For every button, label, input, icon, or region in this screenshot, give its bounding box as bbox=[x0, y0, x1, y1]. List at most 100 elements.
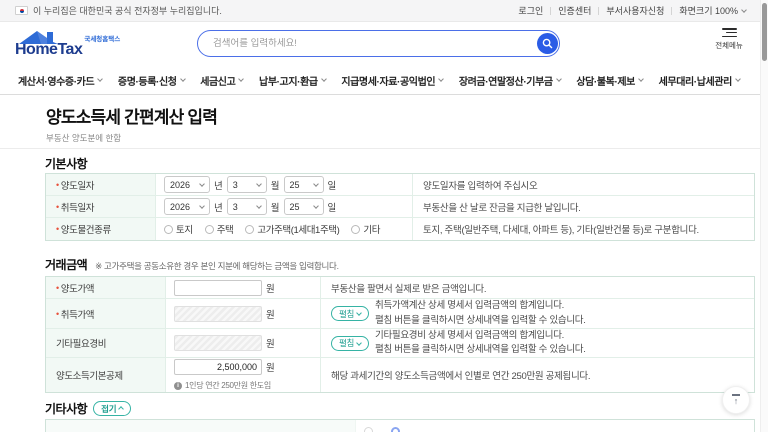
table-row-property-type: •양도물건종류 토지 주택 고가주택(1세대1주택) 기타 토지, 주택(일반주… bbox=[46, 218, 754, 240]
chevron-down-icon bbox=[97, 76, 103, 82]
acquire-day-select[interactable]: 25 bbox=[284, 198, 324, 215]
chevron-down-icon bbox=[256, 181, 262, 187]
row-description: 양도일자를 입력하여 주십시오 bbox=[413, 174, 754, 195]
row-description: 기타필요경비 상세 명세서 입력금액의 합계입니다. 펼침 버튼을 클릭하시면 … bbox=[375, 329, 586, 358]
nav-item-statements[interactable]: 지급명세·자료·공익법인 bbox=[341, 73, 443, 88]
info-icon: i bbox=[174, 382, 182, 390]
radio-icon bbox=[164, 225, 173, 234]
scrollbar-thumb[interactable] bbox=[762, 3, 767, 61]
table-row-acquire-price: •취득가액 원 펼침 취득가액계산 상세 명세서 입력금액의 합계입니다. 펼침… bbox=[46, 299, 754, 329]
chevron-down-icon bbox=[321, 76, 327, 82]
chevron-down-icon bbox=[256, 203, 262, 209]
acquire-month-select[interactable]: 3 bbox=[227, 198, 267, 215]
gov-bar: 이 누리집은 대한민국 공식 전자정부 누리집입니다. 로그인 인증센터 부서사… bbox=[0, 0, 760, 22]
logo-sub-text: 국세청홈택스 bbox=[84, 33, 120, 58]
radio-icon bbox=[351, 225, 360, 234]
radio-etc[interactable]: 기타 bbox=[351, 222, 380, 236]
nav-item-invoice[interactable]: 계산서·영수증·카드 bbox=[18, 73, 102, 88]
page-subtitle: 부동산 양도분에 한함 bbox=[46, 132, 217, 144]
screen-size-control[interactable]: 화면크기 100% bbox=[679, 4, 746, 17]
nav-item-tax-report[interactable]: 세금신고 bbox=[200, 73, 243, 88]
hometax-page: 이 누리집은 대한민국 공식 전자정부 누리집입니다. 로그인 인증센터 부서사… bbox=[0, 0, 768, 432]
row-label: 양도물건종류 bbox=[61, 222, 111, 236]
deduction-hint: 1인당 연간 250만원 한도임 bbox=[185, 380, 271, 391]
korea-flag-icon bbox=[15, 6, 28, 15]
acquire-year-select[interactable]: 2026 bbox=[164, 198, 210, 215]
all-menu-label: 전체메뉴 bbox=[715, 40, 743, 51]
others-table bbox=[45, 419, 755, 432]
screen-size-label: 화면크기 100% bbox=[679, 4, 738, 17]
expand-other-expense-button[interactable]: 펼침 bbox=[331, 336, 369, 351]
hometax-logo[interactable]: HomeTax 국세청홈택스 bbox=[15, 29, 120, 58]
chevron-down-icon bbox=[199, 181, 205, 187]
nav-item-payment[interactable]: 납부·고지·환급 bbox=[259, 73, 326, 88]
required-mark: • bbox=[56, 202, 59, 212]
chevron-down-icon bbox=[356, 340, 362, 346]
required-mark: • bbox=[56, 224, 59, 234]
transfer-price-input[interactable] bbox=[174, 280, 262, 296]
arrow-up-icon: ↑ bbox=[734, 397, 739, 406]
others-section-heading: 기타사항 접기 bbox=[45, 400, 131, 417]
table-row-transfer-date: •양도일자 2026 년 3 월 25 일 양도일자를 입력하여 주십시오 bbox=[46, 174, 754, 196]
main-nav: 계산서·영수증·카드 증명·등록·신청 세금신고 납부·고지·환급 지급명세·자… bbox=[0, 66, 760, 95]
nav-item-consult[interactable]: 상담·불복·제보 bbox=[576, 73, 643, 88]
search-input[interactable] bbox=[198, 38, 508, 49]
divider bbox=[0, 148, 760, 149]
radio-land[interactable]: 토지 bbox=[164, 222, 193, 236]
chevron-up-icon bbox=[118, 406, 124, 412]
gov-notice: 이 누리집은 대한민국 공식 전자정부 누리집입니다. bbox=[33, 4, 222, 17]
table-row-transfer-price: •양도가액 원 부동산을 팔면서 실제로 받은 금액입니다. bbox=[46, 277, 754, 299]
scrollbar bbox=[760, 0, 768, 432]
radio-icon[interactable] bbox=[391, 427, 400, 432]
divider bbox=[598, 7, 599, 15]
scroll-to-top-button[interactable]: ↑ bbox=[722, 386, 750, 414]
row-description: 해당 과세기간의 양도소득금액에서 인별로 연간 250만원 공제됩니다. bbox=[321, 358, 754, 392]
row-label: 양도가액 bbox=[61, 281, 94, 295]
search-button[interactable] bbox=[537, 33, 558, 54]
collapse-others-button[interactable]: 접기 bbox=[93, 401, 131, 416]
amounts-section-heading: 거래금액 ※ 고가주택을 공동소유한 경우 본인 지분에 해당하는 금액을 입력… bbox=[45, 256, 339, 273]
search-icon bbox=[542, 38, 553, 49]
login-link[interactable]: 로그인 bbox=[518, 4, 543, 17]
divider bbox=[671, 7, 672, 15]
basic-info-table: •양도일자 2026 년 3 월 25 일 양도일자를 입력하여 주십시오 •취… bbox=[45, 173, 755, 241]
page-title: 양도소득세 간편계산 입력 bbox=[46, 103, 217, 128]
radio-icon[interactable] bbox=[364, 427, 373, 432]
search-bar bbox=[197, 30, 560, 57]
chevron-down-icon bbox=[180, 76, 186, 82]
transfer-year-select[interactable]: 2026 bbox=[164, 176, 210, 193]
chevron-down-icon bbox=[741, 7, 747, 13]
amounts-table: •양도가액 원 부동산을 팔면서 실제로 받은 금액입니다. •취득가액 원 펼… bbox=[45, 276, 755, 393]
expand-acquire-price-button[interactable]: 펼침 bbox=[331, 306, 369, 321]
radio-icon bbox=[245, 225, 254, 234]
required-mark: • bbox=[56, 283, 59, 293]
dept-user-link[interactable]: 부서사용자신청 bbox=[606, 4, 664, 17]
row-description: 부동산을 산 날로 잔금을 지급한 날입니다. bbox=[413, 196, 754, 217]
all-menu-button[interactable]: 전체메뉴 bbox=[712, 28, 746, 51]
chevron-down-icon bbox=[735, 76, 741, 82]
radio-house[interactable]: 주택 bbox=[205, 222, 234, 236]
required-mark: • bbox=[56, 180, 59, 190]
cert-center-link[interactable]: 인증센터 bbox=[558, 4, 591, 17]
nav-item-tax-agent[interactable]: 세무대리·납세관리 bbox=[659, 73, 740, 88]
chevron-down-icon bbox=[313, 181, 319, 187]
header: HomeTax 국세청홈택스 전체메뉴 bbox=[0, 22, 760, 66]
hamburger-icon bbox=[722, 28, 737, 37]
chevron-down-icon bbox=[356, 310, 362, 316]
transfer-day-select[interactable]: 25 bbox=[284, 176, 324, 193]
radio-expensive-house[interactable]: 고가주택(1세대1주택) bbox=[245, 222, 339, 236]
chevron-down-icon bbox=[313, 203, 319, 209]
table-row-acquire-date: •취득일자 2026 년 3 월 25 일 부동산을 산 날로 잔금을 지급한 … bbox=[46, 196, 754, 218]
chevron-down-icon bbox=[239, 76, 245, 82]
basic-deduction-input[interactable] bbox=[174, 359, 262, 375]
chevron-down-icon bbox=[556, 76, 562, 82]
acquire-price-input bbox=[174, 306, 262, 322]
nav-item-cert[interactable]: 증명·등록·신청 bbox=[118, 73, 185, 88]
other-expense-input bbox=[174, 335, 262, 351]
roof-icon bbox=[17, 29, 59, 45]
transfer-month-select[interactable]: 3 bbox=[227, 176, 267, 193]
table-row-clipped bbox=[46, 420, 754, 432]
nav-item-incentives[interactable]: 장려금·연말정산·기부금 bbox=[459, 73, 561, 88]
row-label: 양도소득기본공제 bbox=[56, 368, 123, 382]
row-label: 취득일자 bbox=[61, 200, 94, 214]
